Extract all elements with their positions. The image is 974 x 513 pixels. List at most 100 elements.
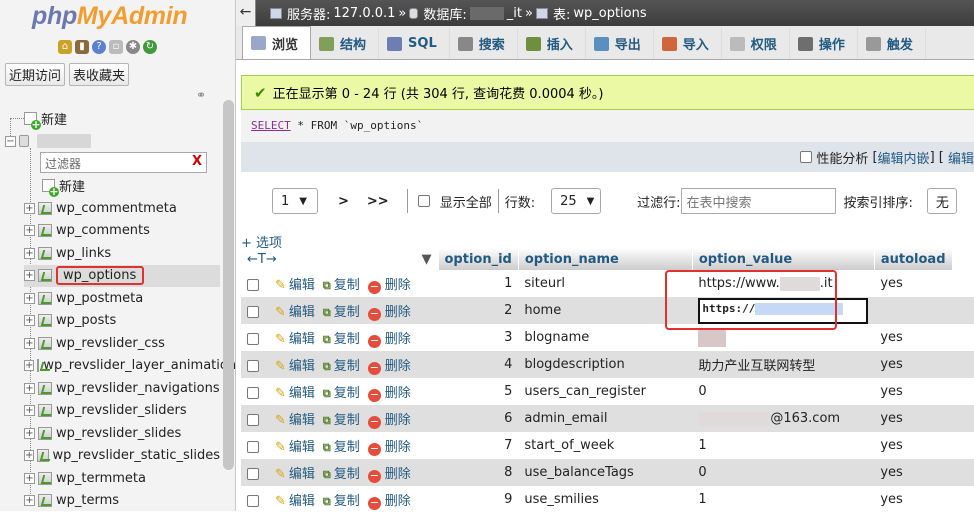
sidebar-item-wp_terms[interactable]: + wp_terms <box>24 490 220 512</box>
expand-icon[interactable]: + <box>24 225 35 236</box>
last-page-button[interactable]: >> <box>367 194 389 209</box>
table-structure-icon[interactable] <box>38 224 52 237</box>
edit-link[interactable]: ✎ 编辑 <box>275 494 315 509</box>
delete-link[interactable]: − 删除 <box>367 386 411 402</box>
table-name[interactable]: wp_options <box>56 266 145 285</box>
expand-icon[interactable]: + <box>24 270 35 281</box>
table-row[interactable]: ✎ 编辑 ⧉ 复制 − 删除 7 start_of_week 1 yes <box>241 432 974 459</box>
cell-option-name[interactable]: home <box>518 297 693 324</box>
table-row[interactable]: ✎ 编辑 ⧉ 复制 − 删除 1 siteurl https://www. .it yes <box>241 270 974 297</box>
table-name[interactable]: wp_posts <box>56 313 116 328</box>
sidebar-item-wp_revslider_slides[interactable]: + wp_revslider_slides <box>24 422 220 444</box>
expand-icon[interactable]: + <box>24 315 35 326</box>
cell-option-value[interactable]: 0 <box>692 459 875 486</box>
edit-link[interactable]: ✎ 编辑 <box>275 332 315 347</box>
sql-select-keyword[interactable]: SELECT <box>251 119 291 132</box>
table-name[interactable]: wp_revslider_sliders <box>56 403 187 418</box>
edit-inline-link[interactable]: 编辑内嵌 <box>878 148 930 167</box>
column-resize-icon[interactable]: ←T→ <box>247 252 277 267</box>
sidebar-item-wp_links[interactable]: + wp_links <box>24 242 220 264</box>
cell-option-value[interactable]: https:// <box>692 297 875 324</box>
edit-link[interactable]: ✎ 编辑 <box>275 413 315 428</box>
table-filter-input[interactable]: 过滤器 X <box>40 152 207 173</box>
table-structure-icon[interactable] <box>38 201 52 215</box>
cell-autoload[interactable]: yes <box>874 324 952 351</box>
table-row[interactable]: ✎ 编辑 ⧉ 复制 − 删除 8 use_balanceTags 0 yes <box>241 459 974 486</box>
row-checkbox[interactable] <box>247 495 259 507</box>
sort-arrow-icon[interactable]: ▼ <box>422 252 432 267</box>
table-structure-icon[interactable] <box>38 404 52 417</box>
sidebar-item-wp_posts[interactable]: + wp_posts <box>24 310 220 332</box>
edit-link[interactable]: ✎ 编辑 <box>275 467 315 482</box>
table-name[interactable]: wp_postmeta <box>56 291 143 306</box>
filter-rows-input[interactable]: 在表中搜索 <box>680 188 836 214</box>
row-checkbox[interactable] <box>247 387 259 399</box>
table-structure-icon[interactable] <box>38 246 52 260</box>
table-name[interactable]: wp_terms <box>56 493 119 508</box>
favorites-tab[interactable]: 表收藏夹 <box>69 63 130 86</box>
tab-structure[interactable]: 结构 <box>311 28 380 59</box>
tab-triggers[interactable]: 触发 <box>858 28 926 59</box>
database-item[interactable]: − <box>5 130 91 152</box>
table-name[interactable]: wp_revslider_css <box>56 336 165 351</box>
table-structure-icon[interactable] <box>37 359 40 372</box>
table-name[interactable]: wp_termmeta <box>56 471 146 486</box>
row-checkbox[interactable] <box>247 306 259 318</box>
table-name[interactable]: wp_revslider_static_slides <box>53 448 220 463</box>
cell-option-value[interactable]: https://www. .it <box>692 270 875 297</box>
sort-by-key-select[interactable]: 无 <box>926 188 957 214</box>
table-structure-icon[interactable] <box>38 336 52 350</box>
cell-autoload[interactable]: yes <box>874 378 952 405</box>
cell-option-value[interactable]: 1 <box>692 486 875 513</box>
cell-option-id[interactable]: 1 <box>438 270 519 297</box>
table-name[interactable]: wp_revslider_slides <box>56 426 181 441</box>
delete-link[interactable]: − 删除 <box>367 305 411 321</box>
expand-icon[interactable]: + <box>24 360 35 371</box>
delete-link[interactable]: − 删除 <box>367 413 411 429</box>
exit-icon[interactable]: ▮ <box>75 40 89 54</box>
tab-search[interactable]: 搜索 <box>450 28 518 59</box>
tab-browse[interactable]: 浏览 <box>242 26 312 59</box>
column-header-autoload[interactable]: autoload <box>874 248 953 270</box>
new-table-item[interactable]: 新建 <box>42 174 85 197</box>
row-checkbox[interactable] <box>247 360 259 372</box>
sql-query-box[interactable]: SELECT * FROM `wp_options` <box>241 110 974 142</box>
sidebar-item-wp_revslider_layer_animations[interactable]: + wp_revslider_layer_animations <box>24 355 235 377</box>
cell-autoload[interactable] <box>874 297 952 324</box>
phpmyadmin-logo[interactable]: phpMyAdmin <box>32 2 188 31</box>
cell-option-name[interactable]: use_smilies <box>518 486 693 513</box>
cell-option-name[interactable]: users_can_register <box>518 378 693 405</box>
cell-autoload[interactable]: yes <box>874 351 952 378</box>
cell-option-name[interactable]: siteurl <box>518 270 693 297</box>
cell-option-value[interactable]: 0 <box>692 378 875 405</box>
cell-autoload[interactable]: yes <box>874 405 952 432</box>
row-checkbox[interactable] <box>247 414 259 426</box>
page-select[interactable]: 1 ▼ <box>272 188 318 214</box>
expand-icon[interactable]: + <box>24 202 35 214</box>
column-header-option-name[interactable]: option_name <box>518 248 693 270</box>
table-row[interactable]: ✎ 编辑 ⧉ 复制 − 删除 4 blogdescription 助力产业互联网转型 yes <box>241 351 974 378</box>
table-structure-icon[interactable] <box>38 471 52 485</box>
expand-icon[interactable]: + <box>24 472 35 484</box>
sidebar-item-wp_comments[interactable]: + wp_comments <box>24 220 220 242</box>
cell-option-id[interactable]: 3 <box>438 324 519 351</box>
table-structure-icon[interactable] <box>38 314 52 327</box>
table-name[interactable]: wp_comments <box>56 223 150 238</box>
table-name[interactable]: wp_links <box>56 246 111 261</box>
expand-icon[interactable]: + <box>24 337 35 349</box>
tab-privileges[interactable]: 权限 <box>722 28 790 59</box>
cell-option-value[interactable]: 1 <box>692 432 875 459</box>
tab-export[interactable]: 导出 <box>586 28 654 59</box>
cell-autoload[interactable]: yes <box>874 270 952 297</box>
delete-link[interactable]: − 删除 <box>367 359 411 375</box>
show-all-checkbox[interactable] <box>417 195 430 207</box>
expand-icon[interactable]: + <box>24 495 35 506</box>
sidebar-item-wp_revslider_navigations[interactable]: + wp_revslider_navigations <box>24 377 220 399</box>
cell-option-name[interactable]: blogname <box>518 324 693 351</box>
row-checkbox[interactable] <box>247 441 259 453</box>
table-row[interactable]: ✎ 编辑 ⧉ 复制 − 删除 6 admin_email @163.com yes <box>241 405 974 432</box>
table-row[interactable]: ✎ 编辑 ⧉ 复制 − 删除 5 users_can_register 0 yes <box>241 378 974 405</box>
inline-edit-textarea[interactable]: https:// <box>698 297 869 324</box>
nav-scrollbar[interactable] <box>223 100 234 470</box>
expand-icon[interactable]: + <box>24 382 35 394</box>
